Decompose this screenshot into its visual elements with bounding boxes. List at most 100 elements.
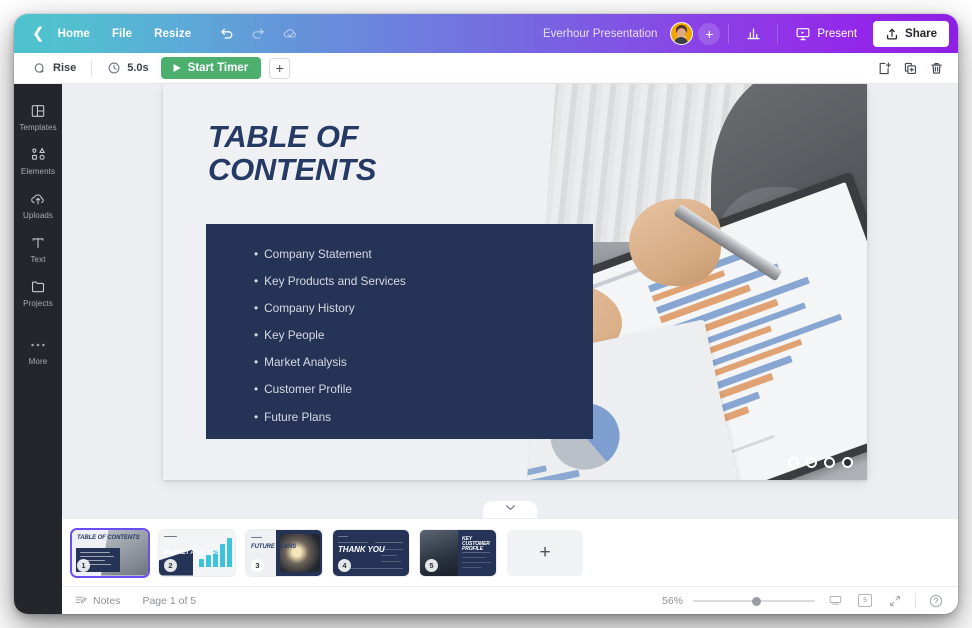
cloud-upload-icon: [29, 190, 47, 207]
notes-label: Notes: [93, 594, 121, 607]
divider: [777, 23, 779, 44]
thumbnail-title: THANK YOU: [338, 544, 385, 554]
thumbnail-number: 2: [164, 558, 177, 572]
toc-item[interactable]: • Market Analysis: [254, 349, 593, 376]
thumbnail-slide-2[interactable]: MARKET ANALYSIS 2: [159, 529, 235, 576]
clock-icon: [108, 62, 120, 74]
collapse-panel-button[interactable]: [483, 501, 537, 518]
left-sidebar: Templates Elements Uploads Text Projects…: [14, 84, 62, 614]
timer-duration-button[interactable]: 5.0s: [99, 58, 156, 78]
sidebar-item-text[interactable]: Text: [14, 226, 62, 270]
undo-icon[interactable]: [213, 21, 239, 47]
start-timer-label: Start Timer: [187, 62, 249, 74]
add-slide-button[interactable]: +: [507, 529, 583, 576]
add-collaborator-button[interactable]: +: [698, 22, 721, 45]
redo-icon[interactable]: [245, 21, 271, 47]
sidebar-item-label: More: [28, 357, 48, 366]
sidebar-item-label: Elements: [20, 167, 56, 176]
start-timer-button[interactable]: Start Timer: [160, 57, 262, 79]
text-icon: [30, 234, 46, 251]
thumbnail-title: MARKET ANALYSIS: [164, 549, 220, 556]
table-of-contents-box[interactable]: • Company Statement • Key Products and Ser…: [206, 224, 593, 439]
toc-item[interactable]: • Company Statement: [254, 241, 593, 268]
elements-icon: [30, 146, 47, 163]
divider: [91, 59, 93, 77]
thumbnail-number: 1: [77, 558, 90, 572]
play-icon: [173, 64, 181, 72]
sidebar-item-uploads[interactable]: Uploads: [14, 182, 62, 226]
thumbnail-title: TABLE OF CONTENTS: [77, 534, 140, 541]
add-animation-button[interactable]: +: [269, 57, 291, 79]
canvas-column: TABLE OF CONTENTS • Company Statement • Ke…: [62, 84, 958, 614]
progress-dot-active: [842, 457, 853, 468]
thumbnail-number: 3: [251, 558, 264, 572]
sidebar-item-label: Templates: [19, 123, 57, 132]
back-icon[interactable]: ❮: [26, 26, 47, 41]
toc-item[interactable]: • Company History: [254, 295, 593, 322]
canva-editor-window: ❮ Home File Resize Everhour Presentation…: [14, 14, 958, 614]
slide-progress-dots: [788, 457, 853, 468]
trash-icon[interactable]: [924, 56, 948, 80]
thumbnail-slide-5[interactable]: KEY CUSTOMER PROFILE 5: [420, 529, 496, 576]
templates-icon: [30, 102, 46, 119]
presentation-screen-icon: [796, 27, 810, 40]
share-button[interactable]: Share: [873, 20, 949, 47]
zoom-slider-knob[interactable]: [751, 596, 761, 606]
sidebar-item-more[interactable]: More: [14, 328, 62, 372]
cloud-sync-icon[interactable]: [277, 21, 303, 47]
sidebar-item-label: Projects: [23, 299, 53, 308]
progress-dot: [788, 457, 799, 468]
animation-button[interactable]: Rise: [24, 58, 84, 79]
add-page-icon[interactable]: [872, 56, 896, 80]
sidebar-item-projects[interactable]: Projects: [14, 270, 62, 314]
folder-icon: [30, 278, 47, 295]
duplicate-page-icon[interactable]: [898, 56, 922, 80]
page-indicator: Page 1 of 5: [142, 594, 197, 607]
sidebar-item-label: Uploads: [22, 211, 54, 220]
upload-share-icon: [887, 28, 898, 40]
share-label: Share: [905, 27, 937, 40]
thumbnail-strip[interactable]: TABLE OF CONTENTS 1 MARKET ANALYSIS 2 FU…: [62, 518, 958, 586]
pages-count: 5: [858, 592, 874, 607]
monitor-icon[interactable]: [825, 591, 845, 611]
divider: [728, 23, 730, 44]
thumbnail-title: FUTURE PLANS: [251, 543, 297, 550]
thumbnail-slide-1[interactable]: TABLE OF CONTENTS 1: [72, 529, 148, 576]
status-bar-right: 56% 5: [662, 591, 946, 611]
home-button[interactable]: Home: [47, 23, 101, 45]
slide-canvas[interactable]: TABLE OF CONTENTS • Company Statement • Ke…: [163, 84, 867, 480]
present-button[interactable]: Present: [786, 21, 866, 47]
toc-item[interactable]: • Key People: [254, 322, 593, 349]
avatar[interactable]: [670, 22, 694, 45]
canvas-area[interactable]: TABLE OF CONTENTS • Company Statement • Ke…: [62, 84, 958, 518]
page-actions-group: [872, 56, 948, 80]
sidebar-item-label: Text: [30, 255, 46, 264]
thumbnail-number: 4: [338, 558, 351, 572]
slide-title[interactable]: TABLE OF CONTENTS: [208, 120, 376, 187]
animation-toolbar: Rise 5.0s Start Timer +: [14, 53, 958, 84]
expand-icon[interactable]: [885, 591, 905, 611]
toc-item[interactable]: • Future Plans: [254, 404, 593, 431]
help-circle-icon[interactable]: [926, 591, 946, 611]
timer-label: 5.0s: [127, 62, 149, 74]
document-title[interactable]: Everhour Presentation: [543, 28, 657, 40]
pages-grid-icon[interactable]: 5: [855, 591, 875, 611]
animation-rise-icon: [34, 62, 44, 73]
top-bar-right-group: Everhour Presentation + Present Share: [543, 14, 958, 53]
zoom-slider[interactable]: [693, 595, 815, 607]
thumbnail-slide-3[interactable]: FUTURE PLANS 3: [246, 529, 322, 576]
thumbnail-title: KEY CUSTOMER PROFILE: [462, 535, 490, 552]
thumbnail-slide-4[interactable]: THANK YOU 4: [333, 529, 409, 576]
progress-dot: [824, 457, 835, 468]
top-bar-left-group: ❮ Home File Resize: [14, 21, 306, 47]
resize-button[interactable]: Resize: [143, 23, 202, 45]
toc-item[interactable]: • Key Products and Services: [254, 268, 593, 295]
sidebar-item-elements[interactable]: Elements: [14, 138, 62, 182]
notes-button[interactable]: Notes: [74, 594, 120, 607]
file-menu-button[interactable]: File: [101, 23, 143, 45]
bar-chart-icon[interactable]: [740, 21, 766, 47]
toc-item[interactable]: • Customer Profile: [254, 376, 593, 403]
sidebar-item-templates[interactable]: Templates: [14, 94, 62, 138]
progress-dot: [806, 457, 817, 468]
zoom-level: 56%: [661, 594, 683, 607]
